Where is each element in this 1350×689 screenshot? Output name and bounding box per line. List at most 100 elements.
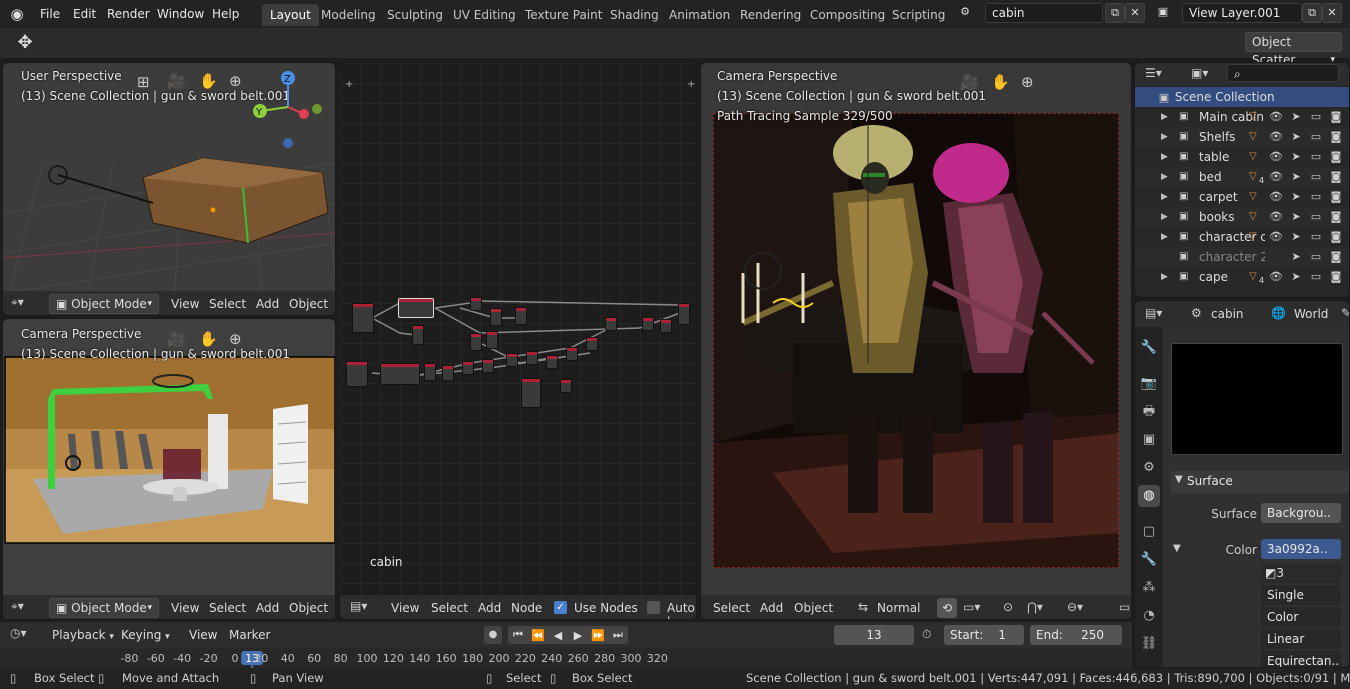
tab-modeling[interactable]: Modeling <box>313 4 384 26</box>
record-icon[interactable]: ● <box>484 626 502 644</box>
constraints-tab-icon[interactable]: ⛓ <box>1138 633 1160 655</box>
overlay-icon[interactable]: ⊖▾ <box>1067 600 1083 614</box>
scene-name-field[interactable]: cabin <box>985 3 1103 23</box>
next-keyframe-icon[interactable]: ⏩ <box>588 629 608 642</box>
render-camera-icon[interactable]: ◙ <box>1329 227 1343 247</box>
timeline-menu-keying[interactable]: Keying ▾ <box>121 628 170 642</box>
select-cursor-icon[interactable]: ➤ <box>1289 167 1303 187</box>
node-box[interactable] <box>346 361 368 387</box>
play-icon[interactable]: ▶ <box>568 629 588 642</box>
grid-toggle-icon[interactable]: ⊞ <box>137 73 150 91</box>
close-layer-icon[interactable]: ✕ <box>1322 3 1342 23</box>
close-scene-icon[interactable]: ✕ <box>1125 3 1145 23</box>
render-menu-object[interactable]: Object <box>794 601 833 615</box>
outliner-row[interactable]: ▶ ▣ books ▽ 👁 ➤ ▭ ◙ <box>1135 207 1349 227</box>
expand-arrow-icon[interactable]: ▶ <box>1161 127 1168 147</box>
copy-layer-icon[interactable]: ⧉ <box>1302 3 1322 23</box>
camera-view-icon[interactable]: 🎥 <box>960 73 979 91</box>
select-cursor-icon[interactable]: ➤ <box>1289 227 1303 247</box>
select-cursor-icon[interactable]: ➤ <box>1289 107 1303 127</box>
select-cursor-icon[interactable]: ➤ <box>1289 207 1303 227</box>
viewport2-menu-object[interactable]: Object <box>289 601 328 615</box>
transform-orientation-icon[interactable]: ⇆ <box>858 600 868 614</box>
projection-dropdown[interactable]: Equirectan.. <box>1261 651 1341 667</box>
pan-hand-icon[interactable]: ✋ <box>991 73 1010 91</box>
expand-arrow-icon[interactable]: ▶ <box>1161 227 1168 247</box>
node-box[interactable] <box>486 331 498 349</box>
render-camera-icon[interactable]: ◙ <box>1329 167 1343 187</box>
outliner-row-scene-collection[interactable]: ▣ Scene Collection <box>1135 87 1349 107</box>
tab-uv-editing[interactable]: UV Editing <box>445 4 524 26</box>
menu-render[interactable]: Render <box>107 0 150 28</box>
prev-keyframe-icon[interactable]: ⏪ <box>528 629 548 642</box>
viewport-user-perspective[interactable]: User Perspective (13) Scene Collection |… <box>2 62 336 316</box>
timeline-ruler[interactable]: -80 -60 -40 -20 0 1320 40 60 80 100 120 140 160 180 20… <box>0 648 1132 668</box>
outliner-row[interactable]: ▶▣character ca▽👁➤▭◙ <box>1135 227 1349 247</box>
render-menu-add[interactable]: Add <box>760 601 783 615</box>
viewport-camera-perspective[interactable]: Camera Perspective (13) Scene Collection… <box>2 318 336 620</box>
render-camera-icon[interactable]: ◙ <box>1329 247 1343 267</box>
pan-hand-icon[interactable]: ✋ <box>199 330 218 348</box>
area-corner-icon[interactable]: + <box>345 79 353 90</box>
timeline-menu-marker[interactable]: Marker <box>229 628 270 642</box>
outliner-item-label[interactable]: character 2 <box>1199 247 1265 267</box>
proportional-edit-icon[interactable]: ⊙ <box>1003 600 1013 614</box>
node-box[interactable] <box>521 378 541 408</box>
mode-dropdown[interactable]: ▣ Object Mode ▾ <box>49 294 159 314</box>
select-cursor-icon[interactable]: ➤ <box>1289 187 1303 207</box>
viewport-monitor-icon[interactable]: ▭ <box>1309 147 1323 167</box>
outliner[interactable]: ☰▾ ▣▾ ⌕ ▣ Scene Collection ▶ ▣ Main cabin … <box>1134 62 1350 298</box>
scene-icon[interactable]: ⚙ <box>955 3 975 23</box>
visibility-eye-icon[interactable]: 👁 <box>1269 207 1283 227</box>
viewport1-menu-object[interactable]: Object <box>289 297 328 311</box>
visibility-eye-icon[interactable]: 👁 <box>1269 127 1283 147</box>
view-layer-field[interactable]: View Layer.001 <box>1182 3 1302 23</box>
play-reverse-icon[interactable]: ◀ <box>548 629 568 642</box>
use-nodes-checkbox[interactable]: ✓ <box>554 601 567 614</box>
node-box[interactable] <box>642 317 654 331</box>
timeline-menu-playback[interactable]: Playback ▾ <box>52 628 114 642</box>
node-box[interactable] <box>470 297 482 311</box>
select-cursor-icon[interactable]: ➤ <box>1289 127 1303 147</box>
start-frame-field[interactable]: Start: 1 <box>944 625 1024 645</box>
timeline[interactable]: ◷▾ Playback ▾ Keying ▾ View Marker ● ⏮ ⏪… <box>0 622 1132 668</box>
world-tab-icon[interactable]: ◍ <box>1138 485 1160 507</box>
menu-file[interactable]: File <box>40 0 60 28</box>
outliner-row[interactable]: ▶ ▣ cape ▽ 4 👁 ➤ ▭ ◙ <box>1135 267 1349 287</box>
editor-type-icon[interactable]: ☰▾ <box>1145 66 1162 80</box>
camera-view-icon[interactable]: 🎥 <box>167 330 186 348</box>
node-box[interactable] <box>526 351 538 365</box>
editor-type-icon[interactable]: ▤▾ <box>1145 306 1162 320</box>
node-menu-select[interactable]: Select <box>431 601 468 615</box>
node-box[interactable] <box>462 361 474 375</box>
viewport-monitor-icon[interactable]: ▭ <box>1309 187 1323 207</box>
visibility-eye-icon[interactable]: 👁 <box>1269 227 1283 247</box>
jump-start-icon[interactable]: ⏮ <box>508 628 528 642</box>
blender-logo-icon[interactable]: ◉ <box>8 5 26 23</box>
outliner-row[interactable]: ▣ character 2 ➤ ▭ ◙ <box>1135 247 1349 267</box>
visibility-eye-icon[interactable]: 👁 <box>1269 187 1283 207</box>
node-box[interactable] <box>586 337 598 351</box>
viewport-monitor-icon[interactable]: ▭ <box>1309 267 1323 287</box>
zoom-icon[interactable]: ⊕ <box>229 330 242 348</box>
render-menu-select[interactable]: Select <box>713 601 750 615</box>
node-box[interactable] <box>398 298 434 318</box>
expand-arrow-icon[interactable]: ▶ <box>1161 207 1168 227</box>
view-layer-icon[interactable]: ▣ <box>1153 3 1173 23</box>
node-box[interactable] <box>506 353 518 367</box>
gizmo-icon[interactable]: ▭ <box>1119 600 1130 614</box>
viewport2-menu-add[interactable]: Add <box>256 601 279 615</box>
object-scatter-dropdown[interactable]: Object Scatter ▾ <box>1245 32 1342 67</box>
viewport-monitor-icon[interactable]: ▭ <box>1309 247 1323 267</box>
image-selector[interactable]: ◩3 <box>1261 563 1341 583</box>
move-tool-icon[interactable]: ✥ <box>12 32 38 54</box>
camera-view-icon[interactable]: 🎥 <box>167 72 186 90</box>
viewport1-menu-select[interactable]: Select <box>209 297 246 311</box>
expand-arrow-icon[interactable]: ▶ <box>1161 187 1168 207</box>
view-layer-tab-icon[interactable]: ▣ <box>1138 429 1160 451</box>
area-corner-icon[interactable]: + <box>687 79 695 90</box>
visibility-eye-icon[interactable]: 👁 <box>1269 167 1283 187</box>
outliner-row[interactable]: ▶ ▣ table ▽ 👁 ➤ ▭ ◙ <box>1135 147 1349 167</box>
modifier-tab-icon[interactable]: 🔧 <box>1138 549 1160 571</box>
node-box[interactable] <box>442 365 454 381</box>
